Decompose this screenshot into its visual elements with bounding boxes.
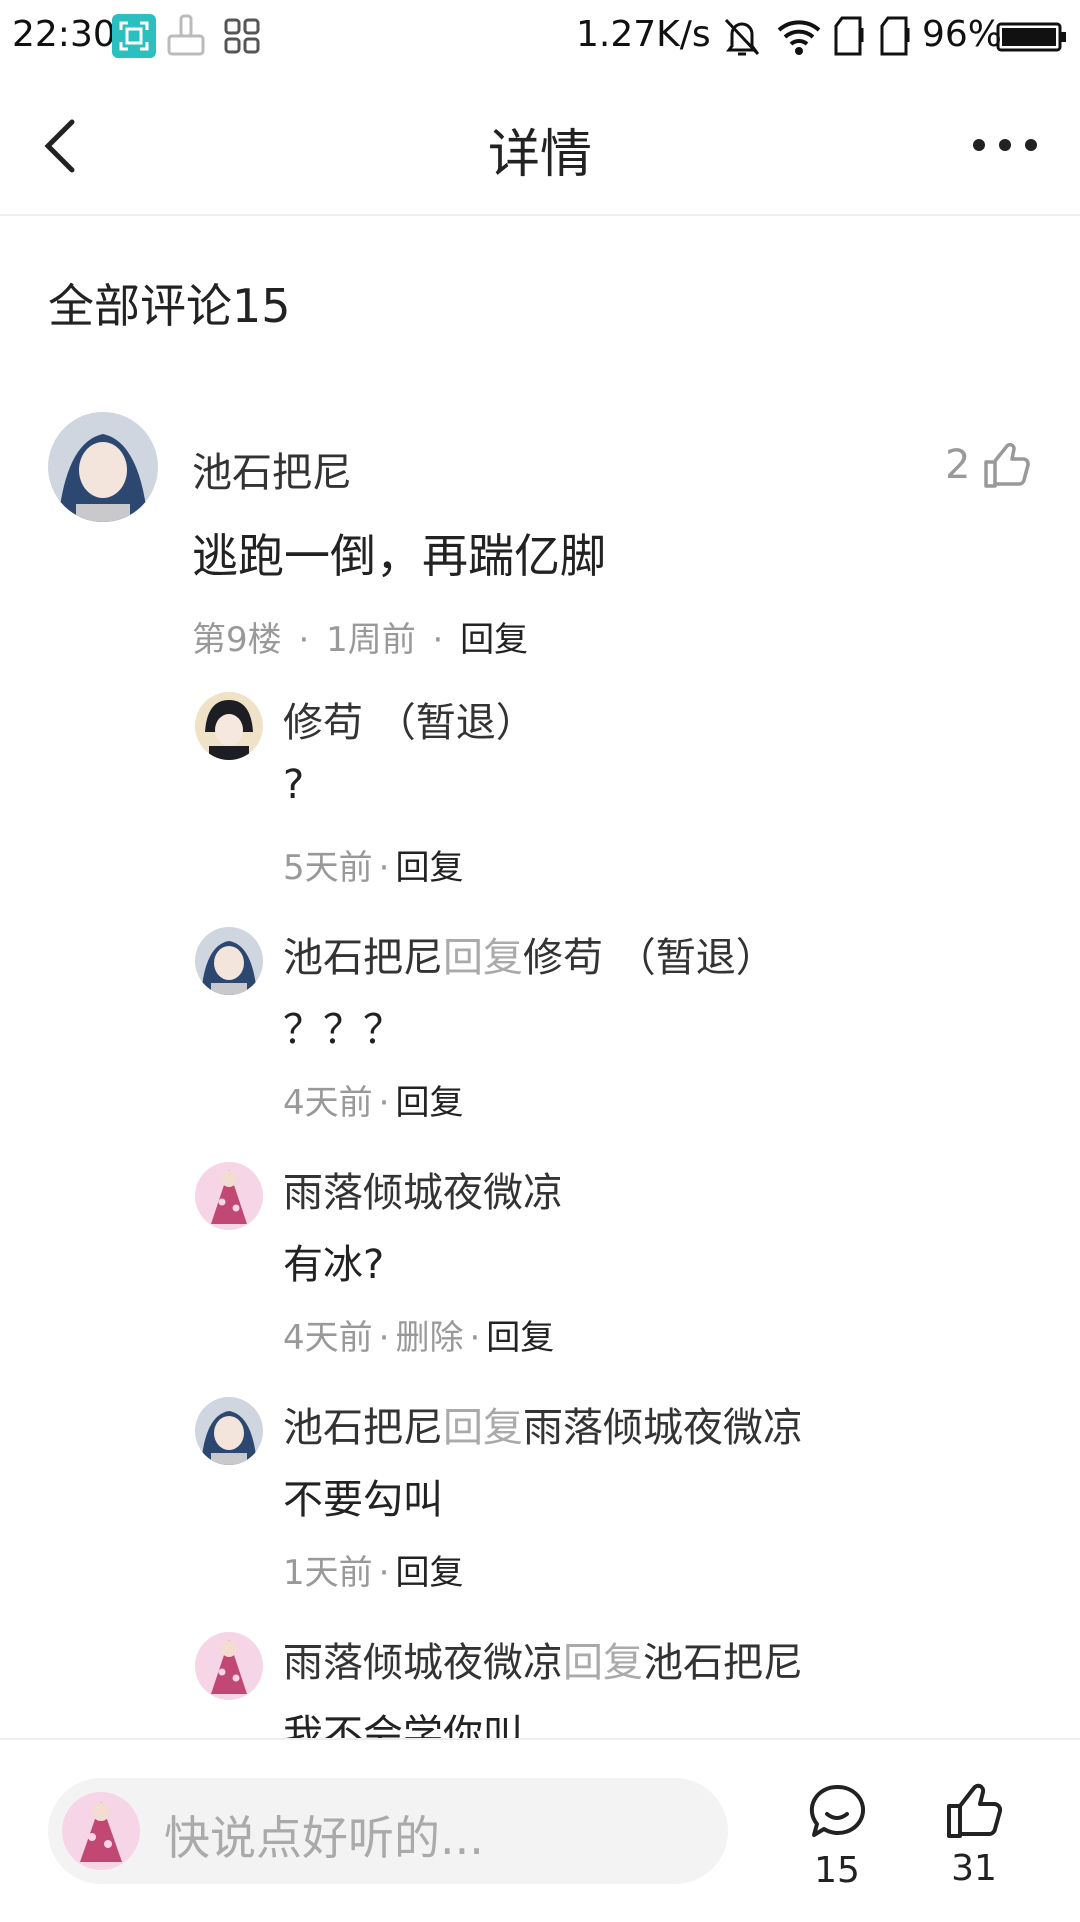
my-avatar	[62, 1792, 140, 1870]
reply-author[interactable]: 雨落倾城夜微凉	[283, 1170, 563, 1216]
reply-text: ?	[283, 762, 305, 808]
reply-text: 有冰?	[283, 1242, 385, 1288]
reply-item: 池石把尼回复修苟 （暂退）？？？ 4天前 · 回复	[195, 925, 1035, 1135]
reply-meta: 4天前 · 回复	[283, 1075, 463, 1124]
reply-target[interactable]: 池石把尼	[643, 1640, 803, 1686]
reply-author[interactable]: 池石把尼	[283, 935, 443, 981]
comment-meta: 第9楼 · 1周前 · 回复	[192, 612, 528, 661]
reply-header: 修苟 （暂退）	[283, 690, 536, 748]
reply-button[interactable]: 回复	[486, 1318, 554, 1358]
reply-time: 1天前	[283, 1553, 373, 1593]
reply-header: 雨落倾城夜微凉	[283, 1160, 563, 1218]
wifi-icon	[777, 20, 821, 55]
network-speed: 1.27K/s	[576, 14, 711, 55]
reply-meta: 4天前 · 删除 · 回复	[283, 1310, 554, 1359]
apps-icon	[224, 18, 260, 54]
reply-target[interactable]: 雨落倾城夜微凉	[523, 1405, 803, 1451]
comment-count: 15	[814, 1850, 860, 1891]
meta-separator: ·	[378, 1083, 390, 1123]
avatar[interactable]	[195, 1632, 263, 1700]
reply-text: ？？？	[283, 1007, 403, 1053]
avatar[interactable]	[195, 692, 263, 760]
delete-button[interactable]: 删除	[395, 1318, 463, 1358]
reply-button[interactable]: 回复	[460, 620, 528, 660]
like-count: 2	[945, 442, 971, 488]
reply-meta: 1天前 · 回复	[283, 1545, 463, 1594]
reply-target[interactable]: 修苟 （暂退）	[523, 935, 776, 981]
bottom-action-bar: 快说点好听的... 15 31	[0, 1738, 1080, 1922]
battery-icon	[996, 22, 1066, 52]
sim1-icon	[834, 16, 864, 56]
mute-bell-icon	[724, 18, 760, 56]
reply-item: 池石把尼回复雨落倾城夜微凉 不要勾叫 1天前 · 回复	[195, 1395, 1035, 1605]
reply-button[interactable]: 回复	[395, 1553, 463, 1593]
reply-header: 池石把尼回复雨落倾城夜微凉	[283, 1395, 803, 1453]
thumbs-up-icon[interactable]	[944, 1780, 1004, 1840]
battery-percent: 96%	[922, 14, 1003, 55]
comment-time: 1周前	[326, 620, 416, 660]
comments-count-heading: 全部评论15	[48, 279, 291, 333]
avatar[interactable]	[195, 1162, 263, 1230]
comment-bubble-icon[interactable]	[807, 1782, 867, 1842]
sim2-icon	[880, 16, 910, 56]
reply-text: 我不会学你叫	[283, 1712, 523, 1738]
reply-time: 4天前	[283, 1083, 373, 1123]
reply-text: 不要勾叫	[283, 1477, 443, 1523]
status-time: 22:30	[12, 14, 116, 55]
reply-header: 雨落倾城夜微凉回复池石把尼	[283, 1630, 803, 1688]
status-bar: 22:30 1.27K/s 96%	[0, 0, 1080, 76]
meta-separator: ·	[378, 848, 390, 888]
reply-to-label: 回复	[443, 1405, 523, 1451]
floor-label: 第9楼	[192, 620, 282, 660]
more-dots-icon[interactable]	[970, 132, 1040, 158]
meta-separator: ·	[378, 1553, 390, 1593]
screen-scan-icon	[112, 14, 156, 58]
reply-to-label: 回复	[563, 1640, 643, 1686]
like-total-count: 31	[951, 1848, 997, 1889]
reply-to-label: 回复	[443, 935, 523, 981]
thumbs-up-icon[interactable]	[982, 440, 1032, 490]
reply-author[interactable]: 修苟 （暂退）	[283, 700, 536, 746]
comment-author[interactable]: 池石把尼	[192, 440, 352, 498]
meta-separator: ·	[469, 1318, 481, 1358]
avatar[interactable]	[48, 412, 158, 522]
comment-input[interactable]: 快说点好听的...	[48, 1778, 728, 1884]
reply-header: 池石把尼回复修苟 （暂退）	[283, 925, 776, 983]
reply-author[interactable]: 雨落倾城夜微凉	[283, 1640, 563, 1686]
top-nav-bar: 详情	[0, 76, 1080, 216]
meta-separator: ·	[432, 620, 444, 660]
comment-text: 逃跑一倒，再踹亿脚	[192, 529, 606, 583]
cleaner-icon	[167, 14, 205, 56]
input-placeholder: 快说点好听的...	[164, 1811, 484, 1865]
avatar[interactable]	[195, 1397, 263, 1465]
meta-separator: ·	[378, 1318, 390, 1358]
avatar[interactable]	[195, 927, 263, 995]
meta-separator: ·	[298, 620, 310, 660]
reply-item: 雨落倾城夜微凉回复池石把尼我不会学你叫	[195, 1630, 1035, 1738]
reply-button[interactable]: 回复	[395, 848, 463, 888]
reply-button[interactable]: 回复	[395, 1083, 463, 1123]
reply-author[interactable]: 池石把尼	[283, 1405, 443, 1451]
page-title: 详情	[487, 125, 592, 185]
reply-item: 雨落倾城夜微凉 有冰? 4天前 · 删除 · 回复	[195, 1160, 1035, 1370]
reply-time: 4天前	[283, 1318, 373, 1358]
reply-time: 5天前	[283, 848, 373, 888]
reply-item: 修苟 （暂退）? 5天前 · 回复	[195, 690, 1035, 900]
reply-meta: 5天前 · 回复	[283, 840, 463, 889]
